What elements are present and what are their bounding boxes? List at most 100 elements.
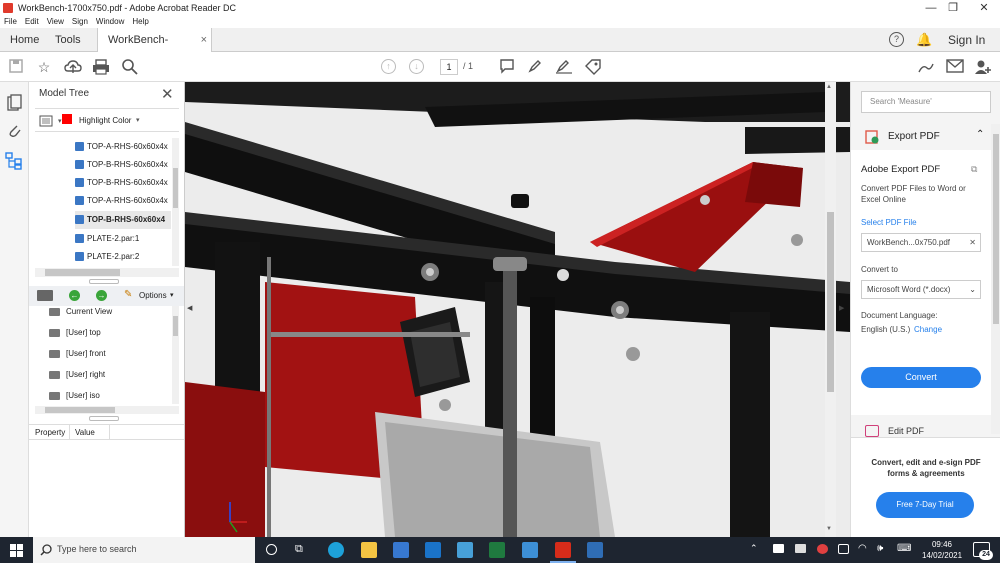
highlight-pen-icon[interactable]: [527, 58, 543, 74]
selected-file-field[interactable]: WorkBench...0x750.pdf ✕: [861, 233, 981, 252]
model-tree-icon[interactable]: [5, 152, 23, 170]
page-up-icon[interactable]: ↑: [381, 59, 396, 74]
edit-pdf-icon[interactable]: [865, 425, 879, 437]
email-icon[interactable]: [946, 59, 964, 73]
next-view-icon[interactable]: →: [96, 290, 107, 301]
save-icon[interactable]: [8, 58, 24, 74]
tree-item[interactable]: TOP-B-RHS-60x60x4x: [75, 156, 171, 174]
views-vertical-scrollbar[interactable]: [172, 306, 179, 404]
menu-edit[interactable]: Edit: [25, 17, 39, 26]
view-item[interactable]: [User] right: [49, 365, 105, 385]
excel-icon[interactable]: [489, 542, 505, 558]
checkbox-checked-icon[interactable]: [75, 196, 84, 206]
checkbox-checked-icon[interactable]: [75, 234, 84, 244]
attachment-paperclip-icon[interactable]: [7, 122, 22, 139]
3d-workbench-model[interactable]: [185, 82, 850, 537]
tray-icon[interactable]: [773, 544, 784, 553]
tab-home[interactable]: Home: [0, 28, 49, 52]
views-horizontal-scrollbar[interactable]: [35, 406, 179, 414]
help-icon[interactable]: ?: [889, 32, 904, 47]
tree-item[interactable]: TOP-A-RHS-60x60x4x: [75, 192, 171, 210]
highlight-color-swatch[interactable]: [62, 114, 72, 124]
list-options-icon[interactable]: [39, 115, 53, 127]
pages-thumbnail-icon[interactable]: [7, 94, 22, 111]
select-pdf-file-link[interactable]: Select PDF File: [861, 218, 917, 227]
camera-view-icon[interactable]: [37, 290, 53, 301]
zoom-search-icon[interactable]: [121, 58, 139, 76]
view-item[interactable]: [User] front: [49, 344, 106, 364]
comment-icon[interactable]: [499, 58, 515, 74]
app-icon[interactable]: [587, 542, 603, 558]
store-icon[interactable]: [393, 542, 409, 558]
highlight-color-label[interactable]: Highlight Color: [79, 116, 131, 125]
checkbox-checked-icon[interactable]: [75, 215, 84, 225]
color-dropdown-icon[interactable]: ▾: [58, 117, 62, 125]
network-wifi-icon[interactable]: ◠: [858, 543, 867, 554]
options-button[interactable]: Options: [139, 291, 167, 300]
checkbox-checked-icon[interactable]: [75, 160, 84, 170]
edit-pdf-tool[interactable]: Edit PDF: [888, 426, 924, 436]
view-item[interactable]: [User] top: [49, 323, 101, 343]
upload-cloud-icon[interactable]: [64, 58, 82, 76]
volume-icon[interactable]: 🕪: [877, 543, 883, 554]
view-item[interactable]: Current View: [49, 302, 112, 322]
print-icon[interactable]: [92, 58, 110, 76]
expand-right-pane-icon[interactable]: ▶: [839, 304, 844, 312]
security-icon[interactable]: [817, 544, 828, 554]
acrobat-reader-icon[interactable]: [555, 542, 571, 558]
show-hidden-icons-chevron-icon[interactable]: ⌃: [750, 543, 758, 554]
taskbar-search-box[interactable]: Type here to search: [33, 537, 255, 563]
copy-icon[interactable]: ⧉: [971, 164, 977, 175]
tab-close-icon[interactable]: ×: [201, 28, 207, 52]
export-pdf-header[interactable]: Export PDF ⌃: [861, 126, 991, 148]
bell-icon[interactable]: 🔔: [916, 32, 932, 48]
tree-vertical-scrollbar[interactable]: [172, 138, 179, 266]
taskbar-clock[interactable]: 09:46 14/02/2021: [922, 539, 962, 561]
tree-item[interactable]: TOP-A-RHS-60x60x4x: [75, 138, 171, 156]
page-down-icon[interactable]: ↓: [409, 59, 424, 74]
menu-window[interactable]: Window: [96, 17, 124, 26]
tree-item[interactable]: PLATE-2.par:1: [75, 230, 171, 248]
highlight-dropdown-icon[interactable]: ▾: [136, 116, 140, 124]
app-icon[interactable]: [522, 542, 538, 558]
close-window-button[interactable]: ✕: [968, 0, 1000, 16]
sign-in-button[interactable]: Sign In: [948, 28, 985, 52]
page-number-input[interactable]: 1: [440, 59, 458, 75]
remove-file-icon[interactable]: ✕: [969, 234, 976, 251]
language-input-icon[interactable]: ⌨: [897, 543, 911, 554]
tree-item[interactable]: PLATE-2.par:2: [75, 248, 171, 266]
edit-view-icon[interactable]: ✎: [124, 289, 132, 300]
task-view-icon[interactable]: ⧉: [295, 543, 303, 556]
tab-tools[interactable]: Tools: [45, 28, 91, 52]
windows-start-icon[interactable]: [10, 544, 23, 557]
pane-resize-handle[interactable]: [89, 416, 119, 421]
tray-icon[interactable]: [838, 544, 849, 554]
format-select[interactable]: Microsoft Word (*.docx) ⌄: [861, 280, 981, 299]
menu-view[interactable]: View: [47, 17, 64, 26]
menu-file[interactable]: File: [4, 17, 17, 26]
free-trial-button[interactable]: Free 7-Day Trial: [876, 492, 974, 518]
close-panel-icon[interactable]: ✕: [161, 85, 174, 103]
stamp-tag-icon[interactable]: [584, 58, 602, 76]
photos-app-icon[interactable]: [457, 542, 473, 558]
dropbox-icon[interactable]: [795, 544, 806, 553]
fill-sign-icon[interactable]: [555, 58, 573, 74]
file-explorer-icon[interactable]: [361, 542, 377, 558]
sign-pen-icon[interactable]: [917, 58, 935, 76]
tree-horizontal-scrollbar[interactable]: [35, 268, 179, 277]
pane-resize-handle[interactable]: [89, 279, 119, 284]
edge-browser-icon[interactable]: [328, 542, 344, 558]
previous-view-icon[interactable]: ←: [69, 290, 80, 301]
checkbox-checked-icon[interactable]: [75, 142, 84, 152]
viewer-vertical-scrollbar[interactable]: ▲ ▼: [825, 82, 836, 537]
collapse-left-panel-icon[interactable]: ◀: [187, 304, 192, 312]
cortana-icon[interactable]: [266, 544, 277, 555]
3d-model-viewer[interactable]: ◀ ▲ ▼ ▶: [185, 82, 850, 537]
checkbox-checked-icon[interactable]: [75, 252, 84, 262]
collapse-chevron-icon[interactable]: ⌃: [976, 129, 984, 140]
tree-item[interactable]: TOP-B-RHS-60x60x4x: [75, 174, 171, 192]
search-tools-input[interactable]: Search 'Measure': [861, 91, 991, 113]
options-dropdown-icon[interactable]: ▾: [170, 291, 174, 299]
tab-document[interactable]: WorkBench-1700x7... ×: [97, 28, 212, 70]
change-language-link[interactable]: Change: [914, 325, 942, 334]
